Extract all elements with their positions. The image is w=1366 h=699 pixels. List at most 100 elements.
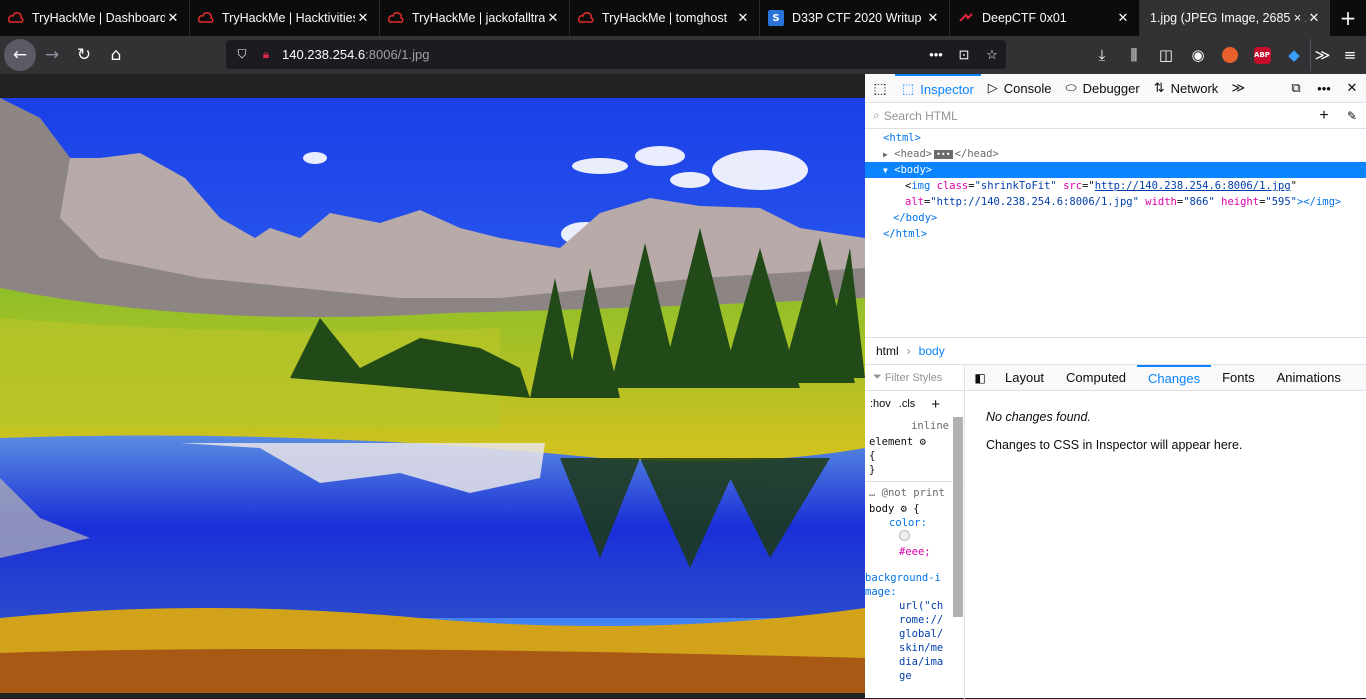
tab-tryhackme-dashboard[interactable]: TryHackMe | Dashboard ✕ [0,0,190,36]
breadcrumb-html[interactable]: html [876,344,899,358]
tag-html-close: </html> [883,228,928,240]
close-icon[interactable]: ✕ [1115,11,1131,26]
breadcrumb: html › body [865,337,1366,364]
tab-1-jpg[interactable]: 1.jpg (JPEG Image, 2685 × 1 ✕ [1140,0,1330,36]
rules-toolbar: :hov .cls + [865,391,964,417]
attr-src-link[interactable]: http://140.238.254.6:8006/1.jpg [1095,180,1291,192]
download-icon[interactable]: ⤓ [1086,39,1118,71]
tag-html-open: <html> [883,132,921,144]
body-selector: body [869,503,895,515]
sidebar-icon[interactable]: ◫ [1150,39,1182,71]
account-icon[interactable]: ◉ [1182,39,1214,71]
close-icon[interactable]: ✕ [165,11,181,26]
tab-console[interactable]: ▷ Console [981,74,1059,103]
ellipsis-badge[interactable]: ••• [934,150,953,159]
tab-animations[interactable]: Animations [1266,365,1352,391]
add-node-icon[interactable]: + [1310,107,1338,125]
markup-img[interactable]: <img class="shrinkToFit" src="http://140… [865,178,1366,194]
attr-height: height [1221,196,1260,208]
markup-body[interactable]: ▼ <body> [865,162,1366,178]
overflow-icon[interactable]: ≫ [1310,39,1334,71]
pocket-icon[interactable]: ⊡ [950,47,978,63]
prop-color-value[interactable]: #eee; [865,545,964,559]
rules-view: ⏷ Filter Styles :hov .cls + inline elemen… [865,365,965,699]
prop-color[interactable]: color: [865,516,964,530]
close-icon[interactable]: ✕ [355,11,371,26]
eyedropper-icon[interactable]: ✎ [1338,109,1366,123]
back-button[interactable]: ← [4,39,36,71]
attr-class-value: "shrinkToFit" [974,180,1057,192]
markup-html[interactable]: <html> [865,130,1366,146]
gear-icon[interactable]: ⚙ [901,503,907,515]
brace-close: } [869,464,876,476]
markup-view: <html> ▶ <head> ••• </head> ▼ <body> <img … [865,129,1366,242]
home-button[interactable]: ⌂ [100,39,132,71]
extension-gem-icon[interactable]: ◆ [1278,39,1310,71]
sidebar-tabs: ◧ Layout Computed Changes Fonts Animatio… [966,364,1366,391]
tag-img-close: ></img> [1297,196,1342,208]
rule-source-not-print: … @not print [865,481,964,500]
close-devtools-icon[interactable]: ✕ [1338,80,1366,96]
debugger-icon: ⬭ [1065,80,1077,95]
attr-alt-value: "http://140.238.254.6:8006/1.jpg" [930,196,1139,208]
tab-label: DeepCTF 0x01 [982,11,1067,25]
adblock-icon[interactable]: ABP [1246,39,1278,71]
shield-icon[interactable]: ⛉ [234,47,250,62]
markup-head[interactable]: ▶ <head> ••• </head> [865,146,1366,162]
tab-label: Network [1170,80,1219,96]
close-icon[interactable]: ✕ [545,11,561,26]
search-html[interactable]: ⌕ Search HTML + ✎ [865,103,1366,129]
reload-button[interactable]: ↻ [68,39,100,71]
tab-network[interactable]: ⇅ Network [1147,74,1226,103]
tryhackme-icon [388,10,404,26]
tab-tryhackme-tomghost[interactable]: TryHackMe | tomghost ✕ [570,0,760,36]
forward-button[interactable]: → [36,39,68,71]
tab-computed[interactable]: Computed [1055,365,1137,391]
prop-background-image-value[interactable]: url("chrome://global/skin/media/image [865,599,945,683]
markup-html-close[interactable]: </html> [865,226,1366,242]
tab-inspector[interactable]: ⬚ Inspector [895,73,981,103]
collapse-arrow-icon[interactable]: ▼ [883,166,888,175]
markup-img-cont[interactable]: alt="http://140.238.254.6:8006/1.jpg" wi… [865,194,1366,210]
more-tabs-icon[interactable]: ≫ [1225,80,1251,96]
hov-button[interactable]: :hov [870,398,891,410]
tab-fonts[interactable]: Fonts [1211,365,1266,391]
library-icon[interactable]: ⫼ [1118,39,1150,71]
landscape-image[interactable] [0,98,865,693]
rules-scrollbar[interactable] [953,417,963,617]
tab-debugger[interactable]: ⬭ Debugger [1058,74,1146,103]
page-actions-icon[interactable]: ••• [922,47,950,62]
breadcrumb-body[interactable]: body [919,344,945,358]
add-rule-icon[interactable]: + [931,396,940,413]
expand-arrow-icon[interactable]: ▶ [883,150,888,159]
bookmark-star-icon[interactable]: ☆ [978,47,1006,63]
markup-body-close[interactable]: </body> [865,210,1366,226]
tab-layout[interactable]: Layout [994,365,1055,391]
insecure-lock-icon[interactable]: 🔒︎ [258,47,274,62]
url-bar[interactable]: ⛉ 🔒︎ 140.238.254.6:8006/1.jpg ••• ⊡ ☆ [226,40,1006,69]
tab-tryhackme-hacktivities[interactable]: TryHackMe | Hacktivities ✕ [190,0,380,36]
prop-background-image[interactable]: background-image: [865,571,945,599]
sidebar-toggle-icon[interactable]: ◧ [966,371,994,385]
pick-element-icon[interactable]: ⬚ [865,80,895,97]
close-icon[interactable]: ✕ [735,11,751,26]
dock-icon[interactable]: ⧉ [1282,80,1310,96]
menu-icon[interactable]: ≡ [1334,39,1366,71]
cls-button[interactable]: .cls [899,398,916,410]
tab-deepctf[interactable]: DeepCTF 0x01 ✕ [950,0,1140,36]
filter-icon: ⏷ [873,371,882,383]
tab-changes[interactable]: Changes [1137,364,1212,391]
devtools-panel: ⬚ ⬚ Inspector ▷ Console ⬭ Debugger ⇅ Network… [865,73,1366,699]
options-icon[interactable]: ••• [1310,81,1338,96]
close-icon[interactable]: ✕ [1306,11,1322,26]
filter-styles[interactable]: ⏷ Filter Styles [865,365,964,391]
tab-d33p-ctf-writup[interactable]: S D33P CTF 2020 Writup ✕ [760,0,950,36]
extension-fox-icon[interactable] [1214,39,1246,71]
tab-tryhackme-jackofalltrades[interactable]: TryHackMe | jackofalltrades ✕ [380,0,570,36]
search-icon: ⌕ [873,108,880,122]
brace-open: { [869,450,876,462]
gear-icon[interactable]: ⚙ [920,436,926,448]
close-icon[interactable]: ✕ [925,11,941,26]
color-swatch[interactable] [865,530,964,545]
new-tab-button[interactable]: + [1330,0,1366,36]
